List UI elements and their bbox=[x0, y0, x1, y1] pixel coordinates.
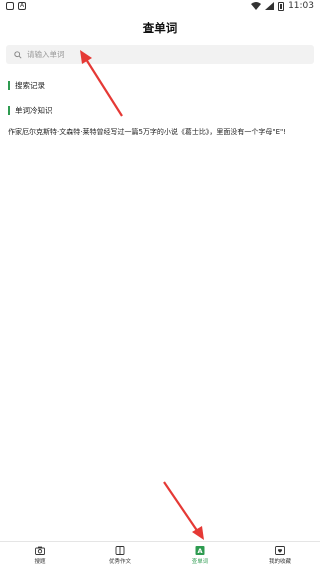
word-trivia-text: 作家厄尔克斯特·文森特·莱特曾经写过一篇5万字的小说《葛士比》，里面没有一个字母… bbox=[8, 128, 287, 136]
svg-text:A: A bbox=[197, 547, 202, 555]
app-notification-icon: A bbox=[18, 2, 26, 10]
battery-icon bbox=[278, 1, 285, 11]
annotation-arrow-tab bbox=[163, 481, 204, 540]
section-accent-bar bbox=[8, 81, 10, 90]
tab-label: 搜题 bbox=[34, 559, 46, 565]
signal-icon bbox=[265, 2, 275, 10]
status-left: A bbox=[6, 2, 26, 10]
page-title: 查单词 bbox=[142, 21, 178, 35]
tab-label: 查单词 bbox=[191, 559, 209, 565]
word-trivia-section: 单词冷知识 bbox=[8, 105, 53, 116]
tab-excellent-essays[interactable]: 优秀作文 bbox=[80, 542, 160, 569]
search-box[interactable] bbox=[6, 45, 314, 64]
page-header: 查单词 bbox=[0, 14, 320, 42]
word-trivia-title: 单词冷知识 bbox=[15, 106, 53, 115]
section-accent-bar bbox=[8, 106, 10, 115]
status-time: 11:03 bbox=[288, 1, 314, 11]
status-bar: A 11:03 bbox=[0, 0, 320, 14]
search-history-section: 搜索记录 bbox=[8, 80, 45, 91]
bottom-tab-bar: 搜题 优秀作文 A 查单词 我的收藏 bbox=[0, 541, 320, 569]
tab-my-favorites[interactable]: 我的收藏 bbox=[240, 542, 320, 569]
search-history-title: 搜索记录 bbox=[15, 81, 45, 90]
status-right: 11:03 bbox=[251, 1, 314, 11]
search-icon bbox=[14, 50, 22, 59]
tab-look-up-word[interactable]: A 查单词 bbox=[160, 542, 240, 569]
dictionary-icon: A bbox=[195, 546, 205, 555]
search-input[interactable] bbox=[27, 50, 287, 59]
book-icon bbox=[115, 546, 125, 555]
camera-icon bbox=[35, 546, 45, 555]
tab-search-question[interactable]: 搜题 bbox=[0, 542, 80, 569]
tab-label: 优秀作文 bbox=[108, 559, 131, 565]
notification-icon bbox=[6, 2, 14, 10]
tab-label: 我的收藏 bbox=[268, 559, 291, 565]
wifi-icon bbox=[251, 2, 262, 10]
favorites-icon bbox=[275, 546, 285, 555]
